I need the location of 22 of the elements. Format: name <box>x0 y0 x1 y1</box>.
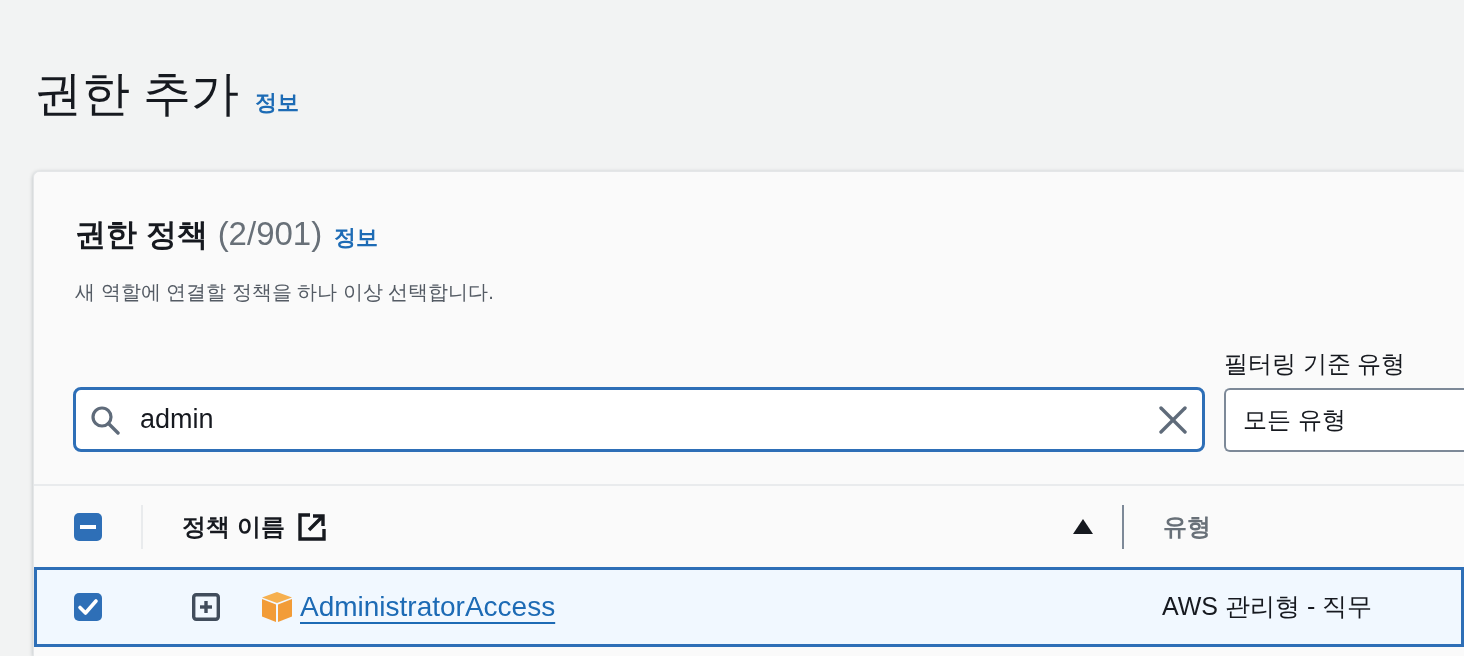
filter-label: 필터링 기준 유형 <box>1224 349 1407 379</box>
policy-count: (2/901) <box>217 214 323 254</box>
caret-up-icon[interactable] <box>1073 519 1093 534</box>
column-header[interactable]: 정책 이름 <box>182 508 285 545</box>
plus-box-icon[interactable] <box>192 593 220 621</box>
panel-title: 권한 정책 <box>75 216 208 254</box>
table-cell-text: AWS 관리형 - 직무 <box>1162 591 1373 623</box>
cube-icon <box>262 592 292 622</box>
select-all-checkbox[interactable] <box>74 512 102 541</box>
table-row[interactable]: AdministratorAccess AWS 관리형 - 직무 <box>34 567 1464 647</box>
type-filter-select[interactable]: 모든 유형 <box>1224 388 1464 452</box>
row-checkbox[interactable] <box>74 593 102 621</box>
external-link-icon[interactable] <box>296 511 327 542</box>
page-title: 권한 추가 <box>34 66 240 122</box>
panel-description: 새 역할에 연결할 정책을 하나 이상 선택합니다. <box>75 280 495 305</box>
close-icon[interactable] <box>1159 405 1187 434</box>
policy-name-link[interactable]: AdministratorAccess <box>300 589 556 625</box>
info-link[interactable]: 정보 <box>255 86 300 119</box>
info-link[interactable]: 정보 <box>334 221 379 254</box>
column-header[interactable]: 유형 <box>1163 508 1211 545</box>
search-field[interactable]: admin <box>73 387 1205 452</box>
search-icon <box>90 404 120 435</box>
